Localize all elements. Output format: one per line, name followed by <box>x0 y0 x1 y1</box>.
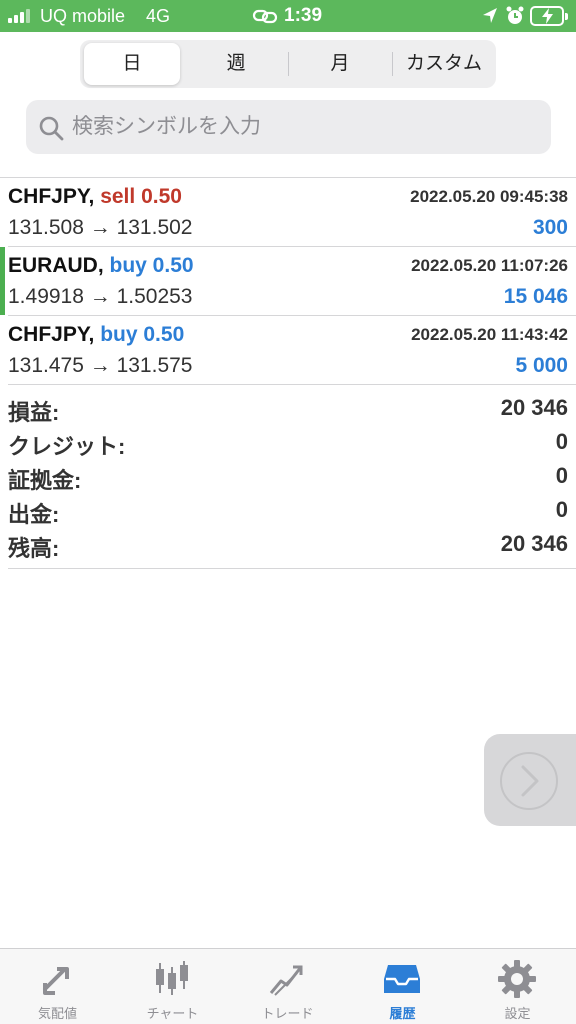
settings-icon <box>498 960 536 998</box>
trade-prices: 131.508 → 131.502 <box>8 216 193 239</box>
bottom-tab-bar: 気配値 チャート トレード 履歴 設定 <box>0 948 576 1024</box>
trade-symbol-line: CHFJPY, buy 0.50 <box>8 323 184 347</box>
trade-direction: buy 0.50 <box>109 254 194 277</box>
search-bar <box>26 100 551 154</box>
tab-custom[interactable]: カスタム <box>394 43 494 85</box>
summary-withdrawal: 出金: 0 <box>0 497 576 531</box>
divider <box>8 384 576 385</box>
trade-profit: 300 <box>532 216 568 239</box>
summary-label: 証拠金: <box>8 468 82 493</box>
clock: 1:39 <box>284 5 323 26</box>
trade-symbol: CHFJPY, <box>8 323 95 346</box>
summary-value: 20 346 <box>500 531 568 556</box>
tab-history[interactable]: 履歴 <box>345 949 460 1024</box>
trade-direction: buy 0.50 <box>100 323 185 346</box>
tab-label: チャート <box>146 1006 199 1021</box>
battery-icon <box>530 6 568 26</box>
trade-profit: 15 046 <box>503 285 568 308</box>
trade-prices: 1.49918 → 1.50253 <box>8 285 193 308</box>
period-selector: 日 週 月 カスタム <box>80 40 496 88</box>
network-type: 4G <box>146 6 171 26</box>
trade-direction: sell 0.50 <box>100 185 182 208</box>
trade-symbol-line: CHFJPY, sell 0.50 <box>8 185 182 209</box>
summary-value: 0 <box>555 429 568 454</box>
search-icon <box>39 116 64 141</box>
trade-prices: 131.475 → 131.575 <box>8 354 193 377</box>
segment-divider <box>288 52 289 76</box>
summary-value: 0 <box>555 463 568 488</box>
summary-value: 0 <box>555 497 568 522</box>
divider <box>8 568 576 569</box>
tab-chart[interactable]: チャート <box>115 949 230 1024</box>
chart-icon <box>156 961 188 995</box>
trade-symbol-line: EURAUD, buy 0.50 <box>8 254 194 278</box>
summary-label: 損益: <box>8 400 60 425</box>
tab-trade[interactable]: トレード <box>230 949 345 1024</box>
summary-profit: 損益: 20 346 <box>0 395 576 429</box>
chevron-right-icon <box>500 752 558 810</box>
tab-settings[interactable]: 設定 <box>460 949 575 1024</box>
trade-icon <box>269 965 303 996</box>
tab-label: 設定 <box>504 1006 531 1021</box>
summary-label: 出金: <box>8 502 60 527</box>
trade-datetime: 2022.05.20 11:07:26 <box>411 256 568 275</box>
tab-month[interactable]: 月 <box>290 43 390 85</box>
location-icon <box>483 8 497 23</box>
quotes-icon <box>43 967 69 995</box>
signal-icon <box>8 9 32 23</box>
trade-row[interactable]: CHFJPY, sell 0.50 2022.05.20 09:45:38 13… <box>0 178 576 246</box>
trade-symbol: EURAUD, <box>8 254 104 277</box>
tab-label: 履歴 <box>389 1006 416 1021</box>
tab-quotes[interactable]: 気配値 <box>0 949 115 1024</box>
summary-value: 20 346 <box>500 395 568 420</box>
carrier-name: UQ mobile <box>40 6 126 26</box>
summary-margin: 証拠金: 0 <box>0 463 576 497</box>
search-input[interactable] <box>72 110 532 144</box>
tab-label: 気配値 <box>37 1006 77 1021</box>
tab-label: トレード <box>261 1006 314 1021</box>
trade-datetime: 2022.05.20 09:45:38 <box>410 187 568 206</box>
summary-label: 残高: <box>8 536 60 561</box>
segment-divider <box>392 52 393 76</box>
summary-credit: クレジット: 0 <box>0 429 576 463</box>
tab-week[interactable]: 週 <box>186 43 286 85</box>
alarm-icon <box>506 6 524 24</box>
trade-row[interactable]: CHFJPY, buy 0.50 2022.05.20 11:43:42 131… <box>0 316 576 384</box>
trade-row[interactable]: EURAUD, buy 0.50 2022.05.20 11:07:26 1.4… <box>0 247 576 315</box>
trade-symbol: CHFJPY, <box>8 185 95 208</box>
tab-day[interactable]: 日 <box>84 43 180 85</box>
summary-balance: 残高: 20 346 <box>0 531 576 565</box>
history-icon <box>384 965 420 993</box>
trade-datetime: 2022.05.20 11:43:42 <box>411 325 568 344</box>
link-icon <box>252 9 278 24</box>
status-bar: UQ mobile 4G 1:39 <box>0 0 576 32</box>
trade-profit: 5 000 <box>515 354 568 377</box>
next-button[interactable] <box>484 734 576 826</box>
summary-label: クレジット: <box>8 434 126 459</box>
selected-accent-bar <box>0 247 5 315</box>
